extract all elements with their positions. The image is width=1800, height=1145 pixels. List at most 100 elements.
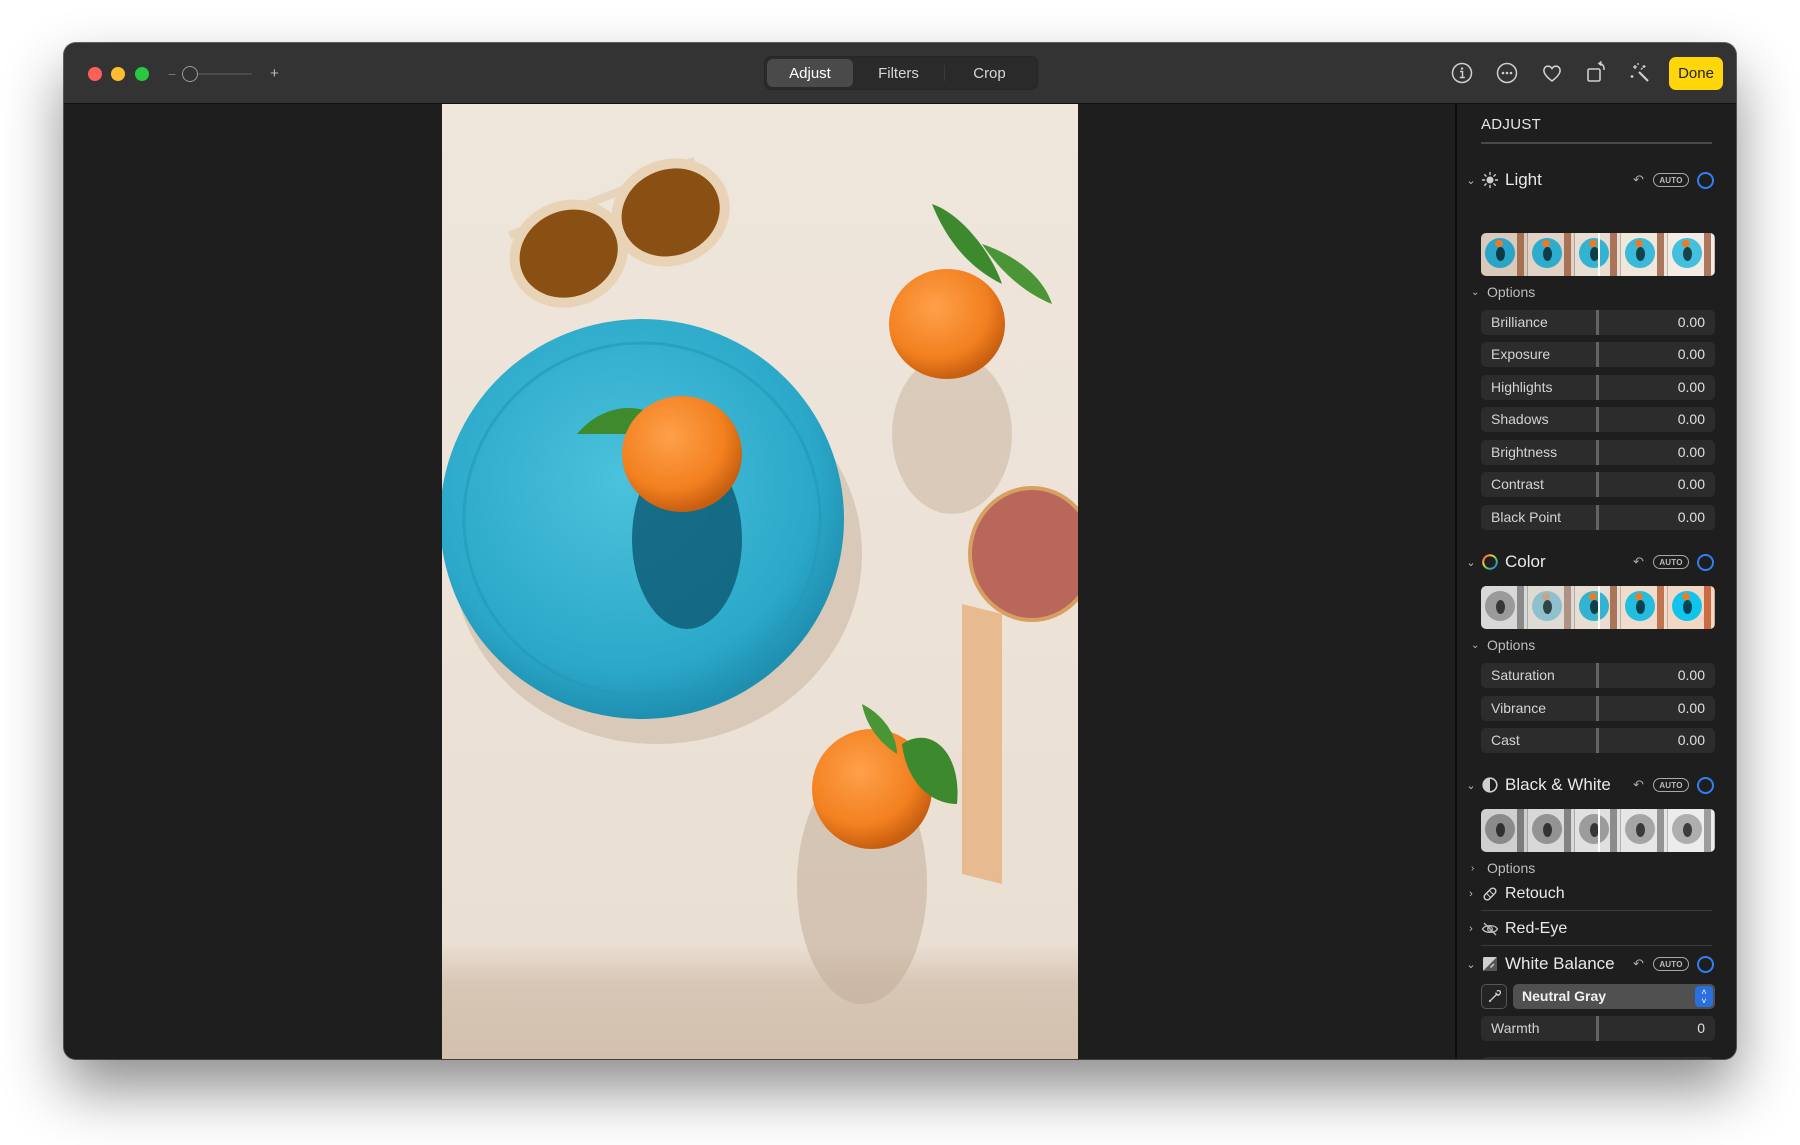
slider-label: Black Point xyxy=(1491,509,1562,525)
slider-brilliance[interactable]: Brilliance 0.00 xyxy=(1481,310,1715,335)
reset-adjustments-button[interactable]: Reset Adjustments xyxy=(1481,1057,1715,1059)
thumbnail-slider-handle[interactable] xyxy=(1598,233,1600,276)
section-white-balance-label: White Balance xyxy=(1505,954,1615,973)
section-light-header[interactable]: ⌄ Light ↶ AUTO xyxy=(1457,168,1736,192)
light-options-toggle[interactable]: ⌄ Options xyxy=(1471,283,1535,301)
section-retouch-header[interactable]: › Retouch xyxy=(1457,882,1736,906)
slider-brightness[interactable]: Brightness 0.00 xyxy=(1481,440,1715,465)
edited-photo[interactable] xyxy=(442,104,1078,1059)
undo-icon[interactable]: ↶ xyxy=(1633,956,1644,972)
undo-icon[interactable]: ↶ xyxy=(1633,554,1644,570)
section-color-header[interactable]: ⌄ Color ↶ AUTO xyxy=(1457,550,1736,574)
white-balance-icon xyxy=(1481,955,1499,973)
tab-adjust[interactable]: Adjust xyxy=(767,59,853,87)
light-thumbnail-slider[interactable] xyxy=(1481,233,1715,276)
slider-black-point[interactable]: Black Point 0.00 xyxy=(1481,505,1715,530)
auto-enhance-wand-icon[interactable] xyxy=(1627,60,1653,86)
chevron-right-icon: › xyxy=(1471,862,1475,874)
zoom-out-icon[interactable]: − xyxy=(168,63,176,85)
color-enable-toggle[interactable] xyxy=(1697,553,1714,571)
chevron-right-icon[interactable]: › xyxy=(1465,923,1477,935)
sun-icon xyxy=(1481,171,1499,189)
thumbnail-slider-handle[interactable] xyxy=(1598,586,1600,629)
slider-cast[interactable]: Cast 0.00 xyxy=(1481,728,1715,753)
thumbnail xyxy=(1481,809,1528,852)
thumbnail xyxy=(1621,586,1669,629)
white-balance-enable-toggle[interactable] xyxy=(1697,955,1714,973)
edit-mode-tabs: Adjust Filters Crop xyxy=(764,56,1038,90)
auto-button[interactable]: AUTO xyxy=(1653,555,1689,569)
slider-exposure[interactable]: Exposure 0.00 xyxy=(1481,342,1715,367)
slider-value[interactable]: 0.00 xyxy=(1678,472,1705,497)
minimize-window-button[interactable] xyxy=(111,67,125,81)
zoom-slider[interactable]: − + xyxy=(168,63,279,85)
slider-value[interactable]: 0.00 xyxy=(1678,310,1705,335)
favorite-heart-icon[interactable] xyxy=(1539,60,1565,86)
photos-edit-window: − + Adjust Filters Crop Done ADJUST ⌄ Li… xyxy=(64,43,1736,1059)
more-icon[interactable] xyxy=(1494,60,1520,86)
info-icon[interactable] xyxy=(1449,60,1475,86)
slider-highlights[interactable]: Highlights 0.00 xyxy=(1481,375,1715,400)
tab-crop[interactable]: Crop xyxy=(944,59,1035,87)
done-button[interactable]: Done xyxy=(1669,57,1723,90)
slider-value[interactable]: 0.00 xyxy=(1678,342,1705,367)
slider-value[interactable]: 0.00 xyxy=(1678,728,1705,753)
zoom-slider-track[interactable] xyxy=(190,73,252,75)
chevron-down-icon[interactable]: ⌄ xyxy=(1465,556,1477,569)
rotate-icon[interactable] xyxy=(1583,60,1609,86)
bw-enable-toggle[interactable] xyxy=(1697,776,1714,794)
undo-icon[interactable]: ↶ xyxy=(1633,172,1644,188)
chevron-down-icon[interactable]: ⌄ xyxy=(1465,779,1477,792)
thumbnail-slider-handle[interactable] xyxy=(1598,809,1600,852)
slider-value[interactable]: 0.00 xyxy=(1678,375,1705,400)
slider-value[interactable]: 0 xyxy=(1697,1016,1705,1041)
slider-warmth[interactable]: Warmth 0 xyxy=(1481,1016,1715,1041)
slider-shadows[interactable]: Shadows 0.00 xyxy=(1481,407,1715,432)
light-enable-toggle[interactable] xyxy=(1697,171,1714,189)
thumbnail xyxy=(1668,586,1715,629)
chevron-down-icon: ⌄ xyxy=(1471,286,1480,298)
slider-label: Cast xyxy=(1491,732,1520,748)
section-bw-header[interactable]: ⌄ Black & White ↶ AUTO xyxy=(1457,773,1736,797)
eyedropper-button[interactable] xyxy=(1481,984,1507,1009)
thumbnail xyxy=(1621,233,1669,276)
undo-icon[interactable]: ↶ xyxy=(1633,777,1644,793)
zoom-in-icon[interactable]: + xyxy=(270,63,279,85)
auto-button[interactable]: AUTO xyxy=(1653,778,1689,792)
color-options-toggle[interactable]: ⌄ Options xyxy=(1471,636,1535,654)
slider-contrast[interactable]: Contrast 0.00 xyxy=(1481,472,1715,497)
chevron-up-down-icon[interactable]: ˄ ˅ xyxy=(1695,986,1713,1007)
bw-thumbnail-slider[interactable] xyxy=(1481,809,1715,852)
auto-button[interactable]: AUTO xyxy=(1653,173,1689,187)
thumbnail xyxy=(1668,233,1715,276)
white-balance-mode-select[interactable]: Neutral Gray ˄ ˅ xyxy=(1513,984,1715,1009)
section-white-balance-header[interactable]: ⌄ White Balance ↶ AUTO xyxy=(1457,952,1736,976)
slider-saturation[interactable]: Saturation 0.00 xyxy=(1481,663,1715,688)
thumbnail xyxy=(1481,586,1528,629)
color-options-label: Options xyxy=(1487,637,1536,653)
slider-value[interactable]: 0.00 xyxy=(1678,440,1705,465)
zoom-window-button[interactable] xyxy=(135,67,149,81)
thumbnail xyxy=(1527,233,1575,276)
slider-value[interactable]: 0.00 xyxy=(1678,407,1705,432)
chevron-right-icon[interactable]: › xyxy=(1465,888,1477,900)
chevron-down-icon[interactable]: ⌄ xyxy=(1465,958,1477,971)
slider-value[interactable]: 0.00 xyxy=(1678,505,1705,530)
color-thumbnail-slider[interactable] xyxy=(1481,586,1715,629)
slider-zero-mark xyxy=(1596,728,1599,753)
slider-value[interactable]: 0.00 xyxy=(1678,663,1705,688)
zoom-slider-knob[interactable] xyxy=(182,66,198,82)
close-window-button[interactable] xyxy=(88,67,102,81)
slider-vibrance[interactable]: Vibrance 0.00 xyxy=(1481,696,1715,721)
slider-zero-mark xyxy=(1596,440,1599,465)
tab-filters[interactable]: Filters xyxy=(853,59,944,87)
thumbnail xyxy=(1527,809,1575,852)
half-circle-icon xyxy=(1481,776,1499,794)
bandage-icon xyxy=(1481,885,1499,903)
thumbnail xyxy=(1527,586,1575,629)
bw-options-toggle[interactable]: › Options xyxy=(1471,859,1535,877)
section-red-eye-header[interactable]: › Red-Eye xyxy=(1457,917,1736,941)
auto-button[interactable]: AUTO xyxy=(1653,957,1689,971)
slider-value[interactable]: 0.00 xyxy=(1678,696,1705,721)
chevron-down-icon[interactable]: ⌄ xyxy=(1465,174,1477,187)
